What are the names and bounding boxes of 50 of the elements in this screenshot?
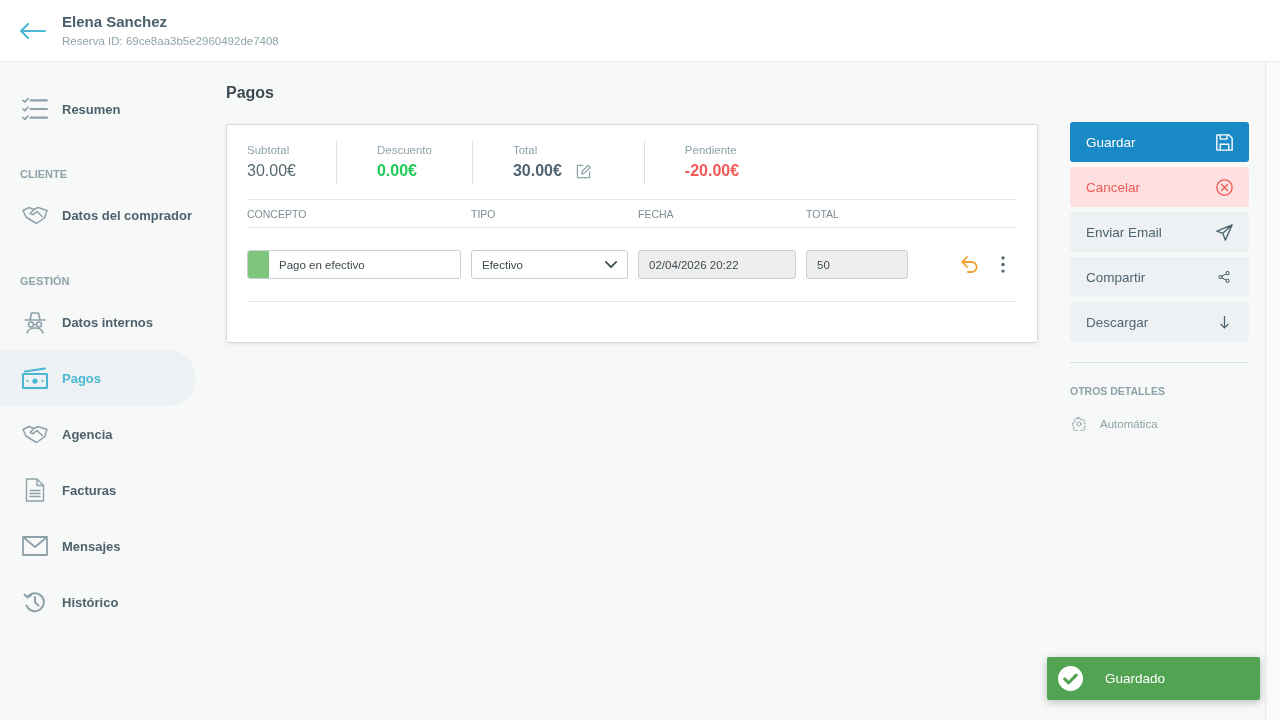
save-icon — [1216, 133, 1233, 151]
history-icon — [22, 590, 48, 614]
email-button[interactable]: Enviar Email — [1070, 212, 1249, 252]
summary-value: 30.00€ — [247, 161, 296, 181]
undo-icon[interactable] — [961, 256, 979, 273]
column-header: FECHA — [638, 207, 675, 220]
column-header: TOTAL — [806, 207, 840, 220]
summary-label: Total — [512, 143, 539, 158]
detail-label: Automática — [1100, 418, 1158, 430]
summary-label: Descuento — [376, 143, 432, 158]
column-header: TIPO — [471, 207, 497, 220]
column-header: CONCEPTO — [247, 207, 308, 220]
section-heading: CLIENTE — [19, 167, 69, 181]
gear-icon — [1072, 417, 1086, 431]
section-heading: OTROS DETALLES — [1070, 384, 1166, 398]
share-button[interactable]: Compartir — [1070, 257, 1249, 297]
sidebar-item[interactable]: Datos internos — [0, 294, 196, 350]
summary-label: Subtotal — [247, 143, 291, 158]
toast-message: Guardado — [1105, 671, 1166, 686]
sidebar-item[interactable]: Facturas — [0, 462, 196, 518]
chevron-down-icon — [605, 261, 617, 268]
text-field[interactable]: Pago en efectivo — [247, 250, 461, 279]
summary-label: Pendiente — [684, 143, 738, 158]
booking-id: Reserva ID: 69ce8aa3b5e2960492de7408 — [62, 34, 279, 48]
close-icon — [1216, 178, 1233, 196]
summary-value: 0.00€ — [376, 161, 417, 181]
sidebar-item[interactable]: Mensajes — [0, 518, 196, 574]
checklist-icon — [22, 97, 48, 121]
customer-name: Elena Sanchez — [62, 13, 169, 31]
sidebar-item[interactable]: Datos del comprador — [0, 187, 196, 243]
more-icon[interactable] — [1001, 256, 1005, 273]
send-icon — [1216, 223, 1233, 241]
sidebar-item[interactable]: Agencia — [0, 406, 196, 462]
summary-value: -20.00€ — [684, 161, 740, 181]
dropdown[interactable]: Efectivo — [471, 250, 628, 279]
page-title: Pagos — [226, 83, 275, 103]
download-icon — [1220, 315, 1229, 329]
download-button[interactable]: Descargar — [1070, 302, 1249, 342]
save-button[interactable]: Guardar — [1070, 122, 1249, 162]
sidebar-item[interactable]: Resumen — [0, 81, 196, 137]
spy-icon — [22, 310, 48, 334]
banknote-icon — [22, 366, 48, 390]
section-heading: GESTIÓN — [19, 274, 71, 288]
back-arrow-icon[interactable] — [20, 22, 46, 39]
check-circle-icon — [1058, 666, 1083, 691]
envelope-icon — [22, 534, 48, 558]
share-icon — [1218, 271, 1230, 283]
summary-value: 30.00€ — [512, 161, 562, 181]
edit-icon[interactable] — [575, 163, 591, 179]
sidebar-item[interactable]: Histórico — [0, 574, 196, 630]
